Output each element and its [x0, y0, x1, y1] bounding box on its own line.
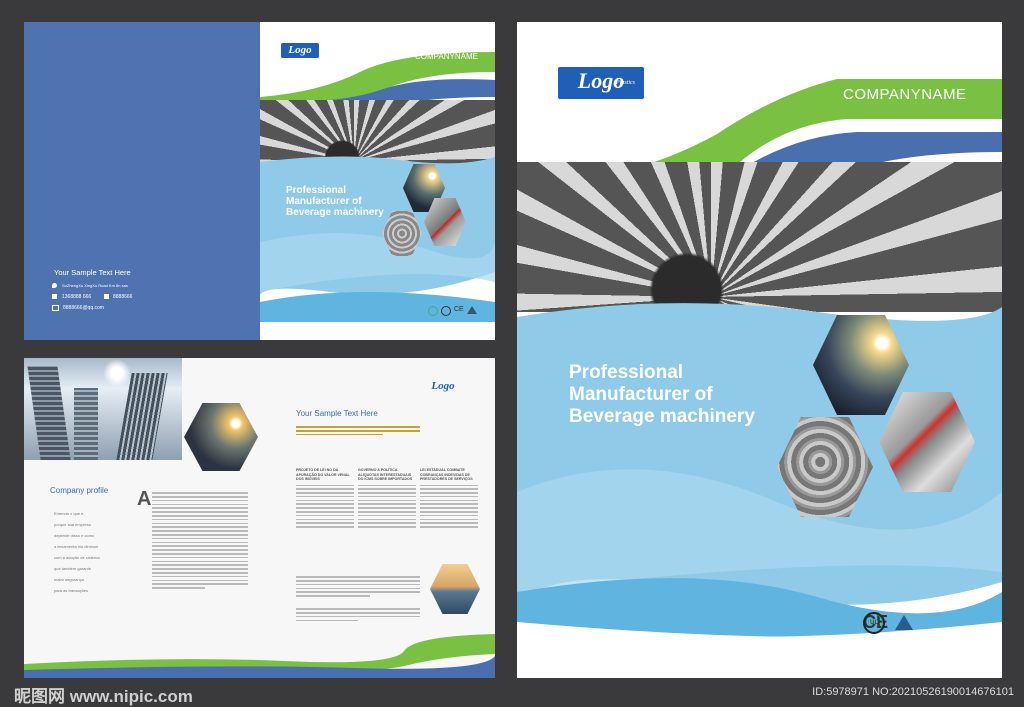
- headline-line: Beverage machinery: [569, 406, 755, 427]
- side-list-item: com a adoção de sistema: [54, 555, 100, 560]
- lower-text: [296, 574, 420, 599]
- column-heading: LEI ESTADUAL COMBATE COBRANÇAS INDEVIDAS…: [420, 468, 473, 481]
- sailboat-hex: [430, 564, 480, 614]
- contact-phone: 1368888 666: [62, 293, 92, 300]
- headline-line: Professional: [569, 362, 684, 383]
- body-text-left: [152, 490, 248, 591]
- watermark-left: 昵图网 www.nipic.com: [14, 687, 193, 706]
- company-profile-heading: Company profile: [50, 486, 109, 495]
- side-list-item: depende disso e como: [54, 533, 95, 538]
- ul-icon: UL: [863, 611, 885, 634]
- headline-line: Manufacturer of: [569, 384, 713, 405]
- company-name-small: COMPANYNAME: [415, 52, 478, 61]
- front-cover-small: Logo COMPANYNAME Professional Manufacture…: [260, 22, 495, 340]
- tuv-icon: [466, 306, 477, 314]
- side-list-item: que também garante: [54, 566, 91, 571]
- ce-icon: CE: [454, 306, 464, 313]
- front-cover: Logo Plastics COMPANYNAME Professional M…: [517, 22, 1002, 678]
- company-name: COMPANYNAME: [843, 86, 967, 103]
- ul-icon: [441, 306, 451, 316]
- contact-row: 1368888 666 8888666: [52, 291, 232, 302]
- side-list-item: porque sua empresa: [54, 522, 91, 527]
- contact-list: SuZhengXu XingXu Road Km 8n sas 1368888 …: [52, 280, 232, 313]
- side-list: Entenda o que é, porque sua empresa depe…: [54, 511, 100, 599]
- gear-photo: [517, 162, 1002, 312]
- back-cover: Your Sample Text Here SuZhengXu XingXu R…: [24, 22, 260, 340]
- location-icon: [52, 283, 57, 288]
- column-2: GOVERNO A POLÍTICA ALIQUOTAS INTERESTADU…: [358, 468, 416, 530]
- phone-icon: [52, 294, 57, 299]
- drop-cap: A: [137, 488, 152, 510]
- side-list-item: Entenda o que é,: [54, 511, 85, 516]
- earth-hex-inner: [184, 403, 258, 471]
- column-1: PROJETO DE LEI NO DA APURAÇÃO DO VALOR V…: [296, 468, 354, 530]
- fax-icon: [104, 294, 109, 299]
- column-heading: PROJETO DE LEI NO DA APURAÇÃO DO VALOR V…: [296, 468, 350, 481]
- side-list-item: a ferramenta iria diminuir: [54, 544, 99, 549]
- cover-spread: Your Sample Text Here SuZhengXu XingXu R…: [24, 22, 495, 340]
- inner-sample-heading: Your Sample Text Here: [296, 409, 378, 418]
- side-list-item: para as transações: [54, 588, 89, 593]
- contact-row: SuZhengXu XingXu Road Km 8n sas: [52, 280, 232, 291]
- cert-row: ISO UL CE: [863, 611, 914, 634]
- contact-fax: 8888666: [113, 293, 133, 300]
- inner-bottom-wave: [24, 634, 495, 678]
- tuv-icon: [895, 615, 914, 630]
- watermark-right: ID:5978971 NO:20210526190014676101: [812, 686, 1014, 698]
- email-icon: [52, 304, 59, 311]
- cert-row-small: CE: [428, 306, 477, 316]
- inner-spread: Company profile Entenda o que é, porque …: [24, 358, 495, 678]
- watermark-bar: 昵图网 www.nipic.com ID:5978971 NO:20210526…: [0, 682, 1024, 706]
- headline-small: Professional Manufacturer of Beverage mach…: [286, 185, 384, 218]
- column-heading: GOVERNO A POLÍTICA ALIQUOTAS INTERESTADU…: [358, 468, 413, 481]
- contact-email: 8888666@qq.com: [63, 304, 104, 311]
- lower-text-2: [296, 606, 420, 623]
- contact-row: 8888666@qq.com: [52, 302, 232, 313]
- iso-icon: [428, 306, 438, 316]
- back-sample-text: Your Sample Text Here: [54, 268, 131, 277]
- column-3: LEI ESTADUAL COMBATE COBRANÇAS INDEVIDAS…: [420, 468, 478, 530]
- headline: Professional Manufacturer of Beverage ma…: [569, 362, 755, 428]
- side-list-item: maior segurança: [54, 577, 84, 582]
- logo-inner: Logo: [431, 380, 455, 392]
- contact-address: SuZhengXu XingXu Road Km 8n sas: [62, 283, 128, 288]
- blue-wave-small: [260, 156, 495, 322]
- intro-lines: [296, 424, 420, 438]
- city-photo: [24, 358, 182, 460]
